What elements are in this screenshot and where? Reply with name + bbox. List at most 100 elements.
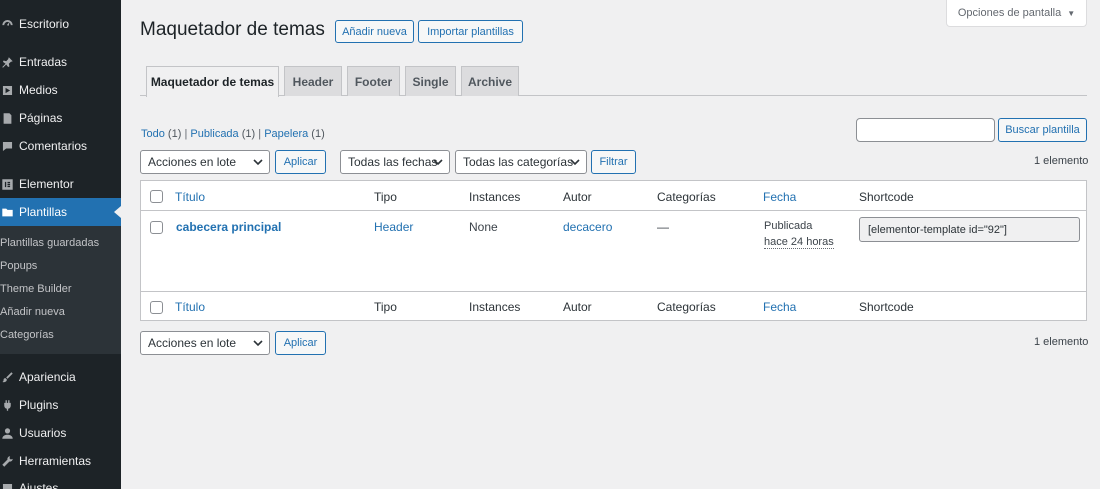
menu-item-escritorio[interactable]: Escritorio xyxy=(0,10,121,38)
row-date: hace 24 horas xyxy=(764,236,834,249)
menu-label: Elementor xyxy=(19,177,74,191)
screen-options-button[interactable]: Opciones de pantalla ▼ xyxy=(946,0,1087,27)
submenu-item-plantillas-guardadas[interactable]: Plantillas guardadas xyxy=(0,237,99,249)
menu-label: Plantillas xyxy=(19,205,68,219)
templates-table: Título Tipo Instances Autor Categorías F… xyxy=(140,180,1087,321)
tab-maquetador-de-temas[interactable]: Maquetador de temas xyxy=(146,66,279,97)
menu-item-plugins[interactable]: Plugins xyxy=(0,391,121,419)
tab-footer[interactable]: Footer xyxy=(347,66,400,96)
tab-header[interactable]: Header xyxy=(284,66,342,96)
items-count: 1 elemento xyxy=(1034,336,1089,348)
table-header-row: Título Tipo Instances Autor Categorías F… xyxy=(141,181,1086,211)
menu-item-herramientas[interactable]: Herramientas xyxy=(0,447,121,475)
status-filters: Todo (1) | Publicada (1) | Papelera (1) xyxy=(141,128,325,140)
menu-label: Plugins xyxy=(19,398,59,412)
menu-label: Medios xyxy=(19,83,58,97)
filter-all-link[interactable]: Todo xyxy=(141,128,165,140)
menu-label: Páginas xyxy=(19,111,63,125)
menu-item-apariencia[interactable]: Apariencia xyxy=(0,363,121,391)
pin-icon xyxy=(0,55,14,69)
apply-button[interactable]: Aplicar xyxy=(275,331,326,355)
date-filter-value: Todas las fechas xyxy=(348,155,438,169)
tab-archive[interactable]: Archive xyxy=(461,66,519,96)
dashboard-icon xyxy=(0,17,14,31)
column-date[interactable]: Fecha xyxy=(763,190,796,204)
row-checkbox[interactable] xyxy=(150,221,163,234)
settings-icon xyxy=(0,481,14,489)
caret-down-icon: ▼ xyxy=(1067,8,1076,18)
row-instances: None xyxy=(469,220,498,234)
filter-trash-link[interactable]: Papelera xyxy=(264,128,308,140)
column-shortcode: Shortcode xyxy=(859,190,914,204)
user-icon xyxy=(0,426,14,440)
menu-item-medios[interactable]: Medios xyxy=(0,76,121,104)
bulk-actions-select[interactable]: Acciones en lote xyxy=(140,331,270,355)
row-title-link[interactable]: cabecera principal xyxy=(176,220,281,234)
row-categories: — xyxy=(657,220,669,234)
search-button[interactable]: Buscar plantilla xyxy=(998,118,1087,142)
menu-item-paginas[interactable]: Páginas xyxy=(0,104,121,132)
column-author: Autor xyxy=(563,300,592,314)
bulk-actions-select[interactable]: Acciones en lote xyxy=(140,150,270,174)
tabs-divider xyxy=(140,95,1087,96)
column-title[interactable]: Título xyxy=(175,300,205,314)
submenu-item-popups[interactable]: Popups xyxy=(0,260,37,272)
menu-item-usuarios[interactable]: Usuarios xyxy=(0,419,121,447)
menu-item-elementor[interactable]: Elementor xyxy=(0,170,121,198)
comment-icon xyxy=(0,139,14,153)
row-author-link[interactable]: decacero xyxy=(563,220,612,234)
column-type: Tipo xyxy=(374,190,397,204)
chevron-down-icon xyxy=(433,156,443,166)
row-status: Publicada xyxy=(764,220,813,232)
media-icon xyxy=(0,83,14,97)
submenu-item-theme-builder[interactable]: Theme Builder xyxy=(0,283,72,295)
column-type: Tipo xyxy=(374,300,397,314)
column-categories: Categorías xyxy=(657,190,716,204)
menu-item-comentarios[interactable]: Comentarios xyxy=(0,132,121,160)
bulk-actions-value: Acciones en lote xyxy=(148,155,237,169)
filter-all-count: (1) xyxy=(167,128,182,140)
menu-label: Herramientas xyxy=(19,454,92,468)
menu-item-entradas[interactable]: Entradas xyxy=(0,48,121,76)
apply-button[interactable]: Aplicar xyxy=(275,150,326,174)
plugin-icon xyxy=(0,398,14,412)
shortcode-field[interactable]: [elementor-template id="92"] xyxy=(859,217,1080,242)
column-instances: Instances xyxy=(469,190,521,204)
date-filter-select[interactable]: Todas las fechas xyxy=(340,150,450,174)
filter-published-count: (1) xyxy=(241,128,256,140)
elementor-icon xyxy=(0,177,14,191)
bulk-actions-value: Acciones en lote xyxy=(148,336,237,350)
column-shortcode: Shortcode xyxy=(859,300,914,314)
column-title[interactable]: Título xyxy=(175,190,205,204)
submenu-item-categorias[interactable]: Categorías xyxy=(0,329,54,341)
filter-trash-count: (1) xyxy=(311,128,325,140)
table-footer-row: Título Tipo Instances Autor Categorías F… xyxy=(141,291,1086,321)
add-new-button[interactable]: Añadir nueva xyxy=(335,20,414,43)
filter-button[interactable]: Filtrar xyxy=(591,150,636,174)
wrench-icon xyxy=(0,454,14,468)
column-author: Autor xyxy=(563,190,592,204)
category-filter-select[interactable]: Todas las categorías xyxy=(455,150,587,174)
chevron-down-icon xyxy=(253,156,263,166)
filter-separator: | xyxy=(184,128,188,140)
filter-published-link[interactable]: Publicada xyxy=(190,128,238,140)
chevron-down-icon xyxy=(253,337,263,347)
page-title: Maquetador de temas xyxy=(140,19,325,40)
row-type-link[interactable]: Header xyxy=(374,220,413,234)
search-input[interactable] xyxy=(856,118,995,142)
import-templates-button[interactable]: Importar plantillas xyxy=(418,20,523,43)
select-all-checkbox[interactable] xyxy=(150,190,163,203)
select-all-checkbox[interactable] xyxy=(150,301,163,314)
submenu-item-anadir-nueva[interactable]: Añadir nueva xyxy=(0,306,65,318)
items-count: 1 elemento xyxy=(1034,155,1089,167)
column-instances: Instances xyxy=(469,300,521,314)
brush-icon xyxy=(0,370,14,384)
menu-item-plantillas[interactable]: Plantillas xyxy=(0,198,121,226)
folder-icon xyxy=(0,205,14,219)
column-date[interactable]: Fecha xyxy=(763,300,796,314)
menu-item-ajustes[interactable]: Ajustes xyxy=(0,474,121,489)
menu-label: Usuarios xyxy=(19,426,67,440)
tab-single[interactable]: Single xyxy=(405,66,456,96)
chevron-down-icon xyxy=(570,156,580,166)
category-filter-value: Todas las categorías xyxy=(463,155,574,169)
